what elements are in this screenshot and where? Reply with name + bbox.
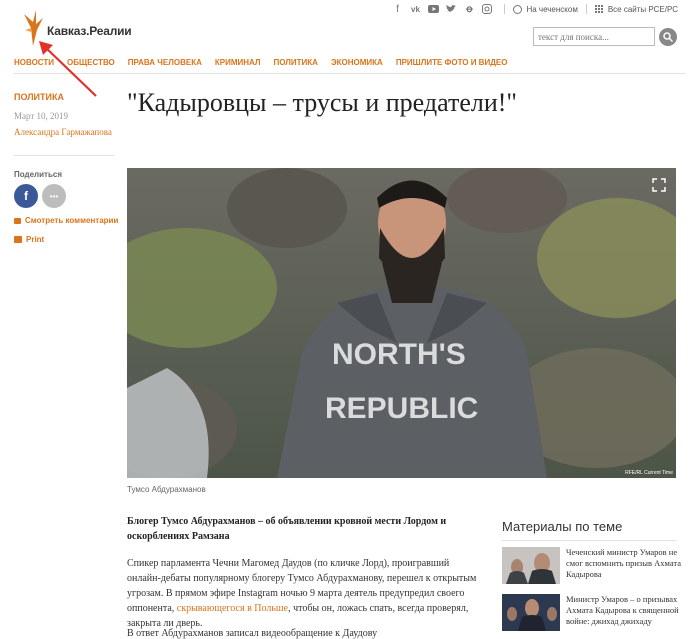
article-date: Март 10, 2019: [14, 111, 69, 121]
article-author[interactable]: Александра Гармажапова: [14, 127, 112, 137]
related-thumbnail: [502, 594, 560, 631]
globe-icon: [513, 4, 523, 14]
inline-link[interactable]: скрывающегося в Польше: [177, 603, 288, 614]
related-title: Материалы по теме: [502, 519, 623, 534]
grid-icon: [594, 4, 604, 14]
divider: [504, 4, 506, 14]
share-facebook-button[interactable]: f: [14, 184, 38, 208]
article-paragraph: Спикер парламента Чечни Магомед Даудов (…: [127, 556, 477, 631]
search-icon: [663, 31, 673, 42]
twitter-icon[interactable]: [442, 2, 460, 16]
related-item[interactable]: Чеченский министр Умаров не смог вспомни…: [502, 547, 682, 584]
nav-item-politics[interactable]: ПОЛИТИКА: [274, 58, 318, 67]
annotation-arrow-icon: [39, 41, 97, 97]
language-link[interactable]: На чеченском: [513, 4, 578, 14]
nav-item-economy[interactable]: ЭКОНОМИКА: [331, 58, 383, 67]
top-bar: f vk ꝋ На чеченском Все сайты РСЕ/РС: [388, 2, 678, 16]
language-link-label: На чеченском: [526, 4, 578, 14]
nav-item-human-rights[interactable]: ПРАВА ЧЕЛОВЕКА: [128, 58, 202, 67]
search-box: [533, 27, 677, 46]
youtube-icon[interactable]: [424, 2, 442, 16]
related-item[interactable]: Министр Умаров – о призывах Ахмата Кадыр…: [502, 594, 682, 631]
view-comments-link[interactable]: Смотреть комментарии: [14, 216, 118, 225]
article-lead: Блогер Тумсо Абдурахманов – об объявлени…: [127, 516, 447, 542]
all-sites-label: Все сайты РСЕ/РС: [607, 4, 678, 14]
comment-icon: [14, 217, 21, 224]
printer-icon: [14, 236, 22, 243]
hoodie-print-line2: REPUBLIC: [325, 392, 478, 425]
article-headline: "Кадыровцы – трусы и предатели!": [127, 88, 518, 117]
facebook-icon[interactable]: f: [388, 2, 406, 16]
photo-illustration: NORTH'S REPUBLIC: [127, 168, 676, 478]
photo-caption: Тумсо Абдурахманов: [127, 485, 206, 494]
search-button[interactable]: [659, 27, 677, 46]
meta-divider: [14, 155, 114, 156]
related-thumbnail: [502, 547, 560, 584]
share-more-button[interactable]: •••: [42, 184, 66, 208]
article-category[interactable]: ПОЛИТИКА: [14, 92, 64, 102]
vk-icon[interactable]: vk: [406, 2, 424, 16]
related-divider: [502, 540, 676, 541]
related-item-title: Чеченский министр Умаров не смог вспомни…: [566, 547, 681, 579]
view-comments-label: Смотреть комментарии: [25, 216, 119, 225]
related-item-title: Министр Умаров – о призывах Ахмата Кадыр…: [566, 594, 679, 626]
print-label: Print: [26, 235, 45, 244]
article-photo: NORTH'S REPUBLIC RFE/RL Current Time: [127, 168, 676, 478]
article-paragraph-2: В ответ Абдурахманов записал видеообраще…: [127, 628, 378, 639]
expand-icon[interactable]: [652, 178, 666, 192]
odnoklassniki-icon[interactable]: ꝋ: [460, 2, 478, 16]
nav-item-send-media[interactable]: ПРИШЛИТЕ ФОТО И ВИДЕО: [396, 58, 508, 67]
nav-divider: [14, 73, 686, 74]
print-link[interactable]: Print: [14, 235, 44, 244]
hoodie-print-line1: NORTH'S: [332, 338, 466, 371]
search-input[interactable]: [533, 27, 655, 46]
instagram-icon[interactable]: [478, 2, 496, 16]
all-sites-link[interactable]: Все сайты РСЕ/РС: [594, 4, 678, 14]
nav-item-crime[interactable]: КРИМИНАЛ: [215, 58, 261, 67]
divider: [585, 4, 587, 14]
share-label: Поделиться: [14, 170, 63, 179]
share-buttons: f •••: [14, 184, 66, 208]
photo-credit: RFE/RL Current Time: [625, 470, 673, 476]
logo-text: Кавказ.Реалии: [47, 24, 132, 38]
